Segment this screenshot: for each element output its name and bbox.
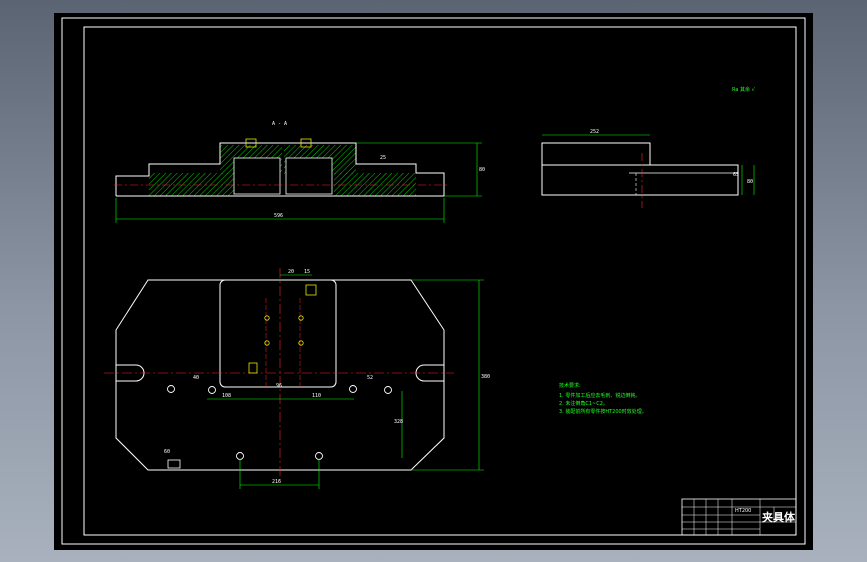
plan-key — [248, 362, 258, 374]
dim-plan-height: 380 — [481, 374, 490, 380]
dim-front-total: 596 — [274, 213, 283, 219]
dim-front-step: 25 — [380, 155, 386, 161]
outer-frame — [61, 17, 806, 545]
plan-pin — [298, 315, 304, 321]
dim-plan-side: 60 — [164, 449, 170, 455]
plan-hole — [384, 386, 392, 394]
cad-viewport[interactable]: A - A 596 80 25 252 65 80 Ra 其余 √ 20 15 … — [54, 13, 813, 550]
plan-hole — [208, 386, 216, 394]
notes-title: 技术要求: — [559, 382, 581, 389]
plan-hole — [167, 385, 175, 393]
front-slot-left — [233, 157, 281, 195]
note-2: 2. 未注倒角C1~C2。 — [559, 400, 608, 407]
technical-drawing: A - A 596 80 25 252 65 80 Ra 其余 √ 20 15 … — [61, 17, 806, 545]
side-view: 252 65 80 — [541, 129, 755, 208]
dim-plan-top2: 15 — [304, 269, 310, 275]
inner-frame — [83, 26, 797, 536]
section-label: A - A — [272, 121, 287, 127]
dim-side-h2: 80 — [747, 179, 753, 185]
plan-center-pocket — [219, 279, 337, 388]
technical-requirements: 技术要求: 1. 零件加工后应去毛刺、锐边倒钝。 2. 未注倒角C1~C2。 3… — [559, 382, 647, 415]
dim-plan-bottom: 216 — [272, 479, 281, 485]
dim-plan-top1: 20 — [288, 269, 294, 275]
front-section-view: A - A 596 80 25 — [114, 121, 485, 223]
plan-hole — [236, 452, 244, 460]
title-block: HT200 夹具体 — [681, 498, 797, 536]
dim-plan-left1: 40 — [193, 375, 199, 381]
note-3: 3. 装配前所有零件按HT200时效处理。 — [559, 408, 647, 415]
dim-side-h1: 65 — [733, 172, 739, 178]
dim-plan-c2: 110 — [312, 393, 321, 399]
plan-hole — [349, 385, 357, 393]
dim-plan-right1: 52 — [367, 375, 373, 381]
front-slot-right — [285, 157, 333, 195]
material-label: HT200 — [735, 508, 751, 514]
plan-pin — [264, 315, 270, 321]
dim-plan-vert: 328 — [394, 419, 403, 425]
plan-key — [305, 284, 317, 296]
part-name: 夹具体 — [762, 510, 796, 524]
side-lower — [541, 164, 739, 196]
note-1: 1. 零件加工后应去毛刺、锐边倒钝。 — [559, 392, 640, 399]
roughness-note: Ra 其余 √ — [732, 86, 756, 93]
plan-hole — [315, 452, 323, 460]
dim-front-height: 80 — [479, 167, 485, 173]
dim-plan-c3: 96 — [276, 383, 282, 389]
dim-side-width: 252 — [590, 129, 599, 135]
dim-plan-c1: 108 — [222, 393, 231, 399]
plan-view: 20 15 108 110 96 52 40 328 216 380 60 — [104, 268, 490, 489]
side-upper — [541, 142, 651, 166]
plan-tab — [167, 459, 181, 469]
plan-pin — [264, 340, 270, 346]
front-hatch-right — [334, 173, 416, 196]
plan-pin — [298, 340, 304, 346]
front-hatch-left — [149, 173, 234, 196]
